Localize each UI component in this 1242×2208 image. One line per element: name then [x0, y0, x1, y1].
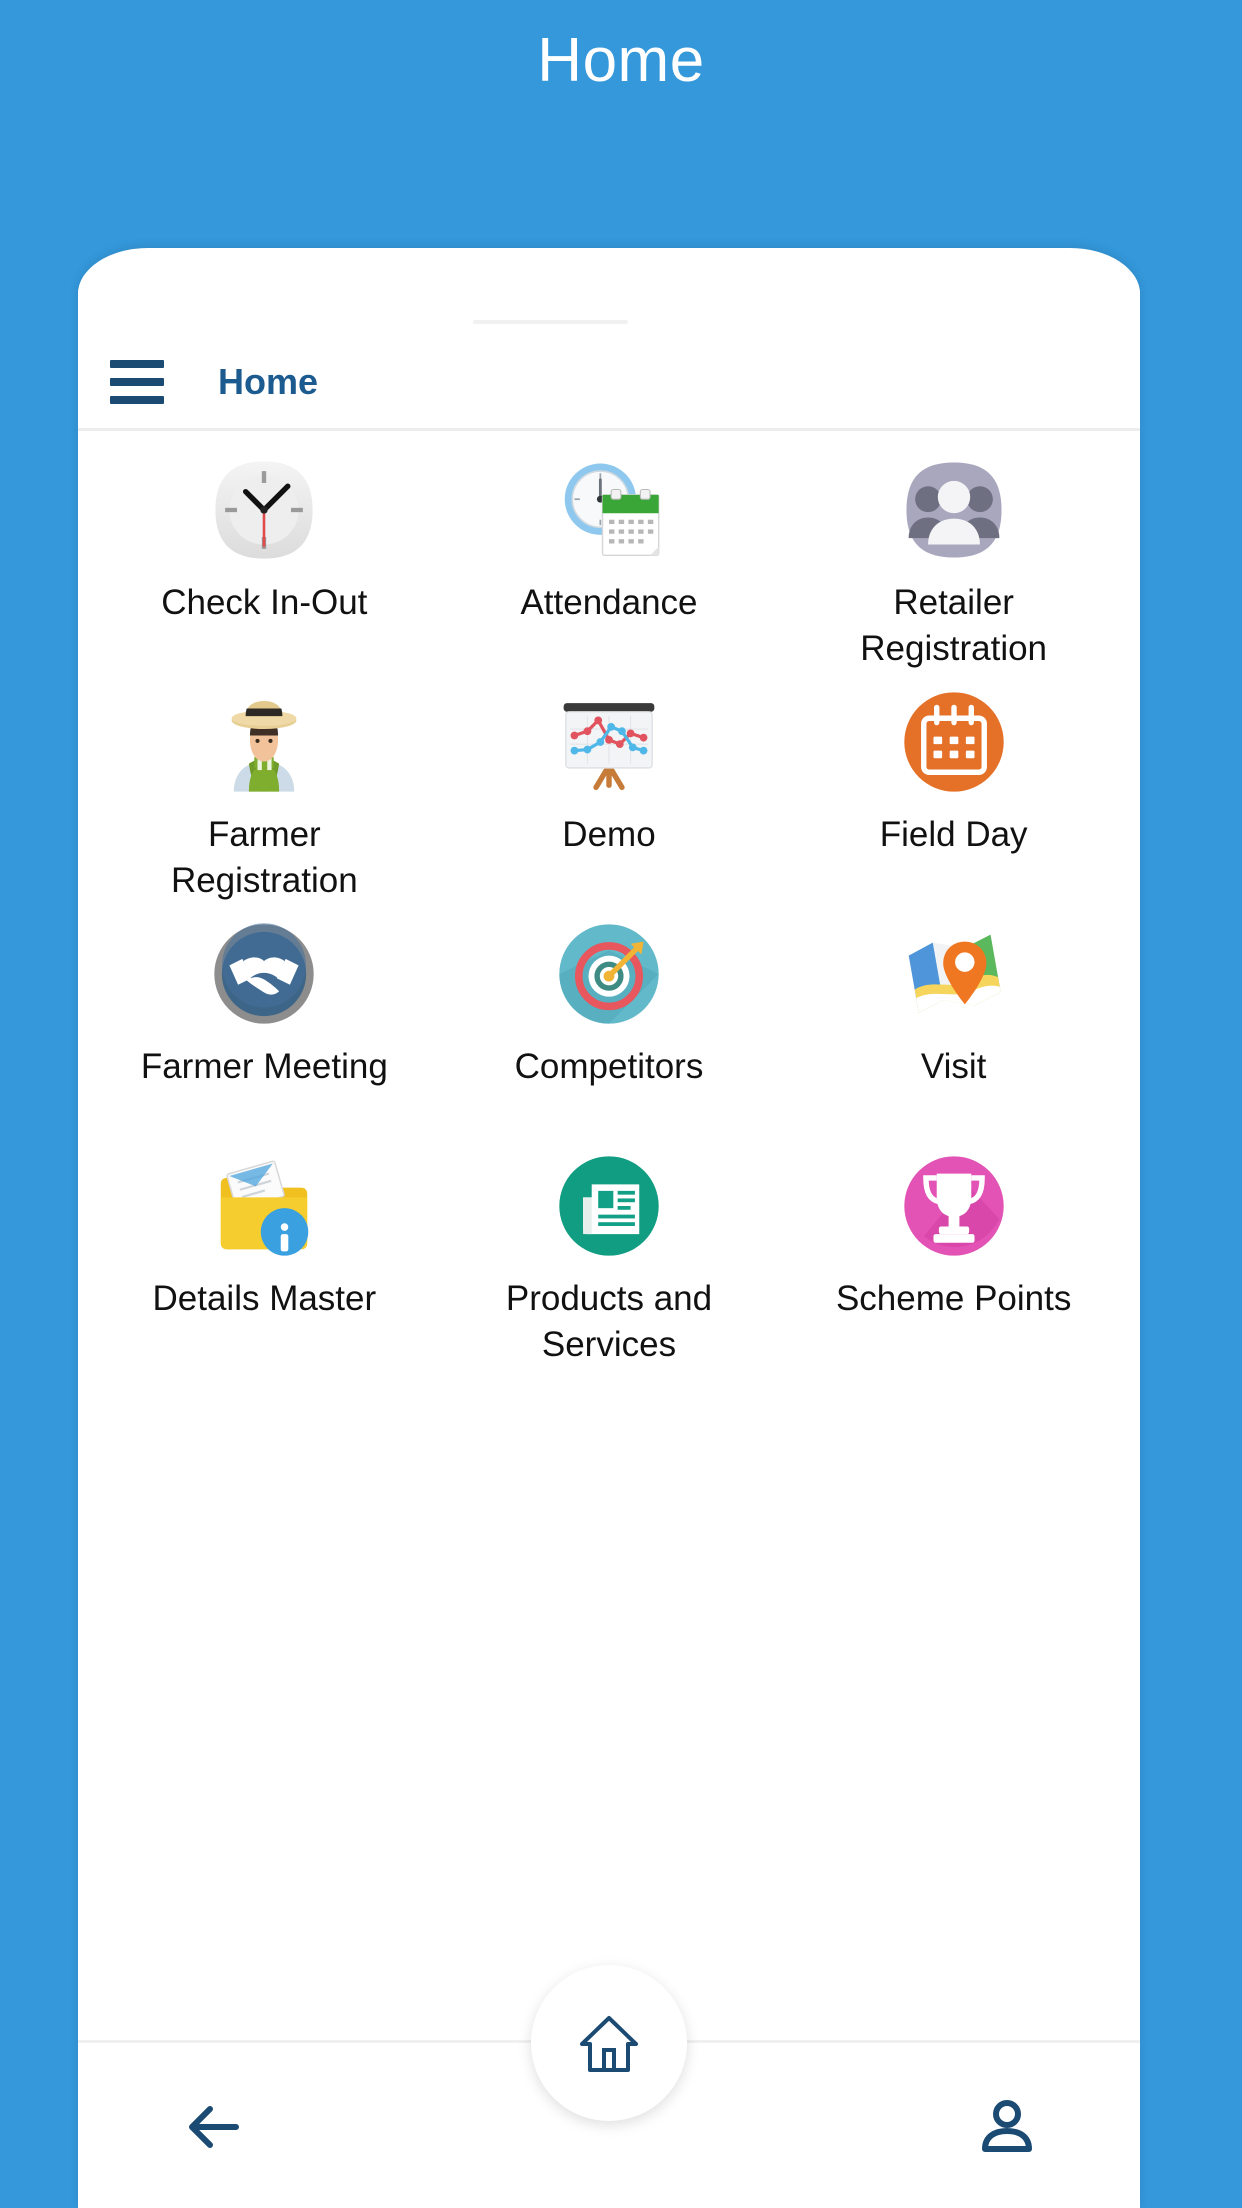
menu-item-check-in-out[interactable]: Check In-Out — [92, 444, 437, 676]
menu-grid: Check In-Out Attendance Retailer Registr… — [78, 444, 1140, 1372]
presentation-chart-icon — [555, 688, 663, 796]
app-bar-divider — [78, 428, 1140, 431]
menu-item-farmer-meeting[interactable]: Farmer Meeting — [92, 908, 437, 1140]
menu-item-label: Check In-Out — [161, 583, 368, 622]
menu-item-label: Retailer Registration — [860, 583, 1048, 668]
bottom-navigation-bar — [78, 1965, 1140, 2208]
screen-title: Home — [537, 25, 705, 95]
menu-item-farmer-registration[interactable]: Farmer Registration — [92, 676, 437, 908]
back-arrow-icon[interactable] — [166, 2087, 256, 2167]
target-dart-icon — [555, 920, 663, 1028]
menu-item-label: Products and Services — [505, 1279, 713, 1364]
menu-item-label: Details Master — [152, 1279, 377, 1318]
menu-item-label: Attendance — [520, 583, 698, 622]
menu-item-details-master[interactable]: Details Master — [92, 1140, 437, 1372]
menu-item-field-day[interactable]: Field Day — [781, 676, 1126, 908]
menu-item-retailer-registration[interactable]: Retailer Registration — [781, 444, 1126, 676]
menu-item-products-and-services[interactable]: Products and Services — [437, 1140, 782, 1372]
menu-item-competitors[interactable]: Competitors — [437, 908, 782, 1140]
menu-item-label: Farmer Registration — [170, 815, 358, 900]
menu-item-label: Demo — [562, 815, 656, 854]
farmer-icon — [210, 688, 318, 796]
hamburger-menu-icon[interactable] — [100, 352, 174, 412]
app-bar-title: Home — [218, 361, 319, 402]
menu-item-label: Visit — [920, 1047, 987, 1086]
app-bar: Home — [78, 336, 1140, 428]
menu-item-label: Competitors — [514, 1047, 704, 1086]
menu-item-demo[interactable]: Demo — [437, 676, 782, 908]
person-icon[interactable] — [962, 2087, 1052, 2167]
hamburger-bar-2 — [110, 378, 164, 386]
calendar-circle-icon — [900, 688, 1008, 796]
handshake-icon — [210, 920, 318, 1028]
home-icon[interactable] — [531, 1965, 687, 2121]
card-top-curve — [78, 248, 1140, 310]
menu-item-label: Farmer Meeting — [140, 1047, 388, 1086]
clock-icon — [210, 456, 318, 564]
card-notch — [473, 320, 628, 324]
menu-item-scheme-points[interactable]: Scheme Points — [781, 1140, 1126, 1372]
hamburger-bar-1 — [110, 360, 164, 368]
menu-item-label: Scheme Points — [835, 1279, 1072, 1318]
menu-item-visit[interactable]: Visit — [781, 908, 1126, 1140]
trophy-circle-icon — [900, 1152, 1008, 1260]
newspaper-circle-icon — [555, 1152, 663, 1260]
hamburger-bar-3 — [110, 396, 164, 404]
people-group-icon — [900, 456, 1008, 564]
folder-info-icon — [210, 1152, 318, 1260]
menu-item-label: Field Day — [879, 815, 1028, 854]
app-card: Home Check In-Out Attendance Retailer Re… — [78, 248, 1140, 2208]
clock-calendar-icon — [555, 456, 663, 564]
map-pin-icon — [900, 920, 1008, 1028]
menu-item-attendance[interactable]: Attendance — [437, 444, 782, 676]
